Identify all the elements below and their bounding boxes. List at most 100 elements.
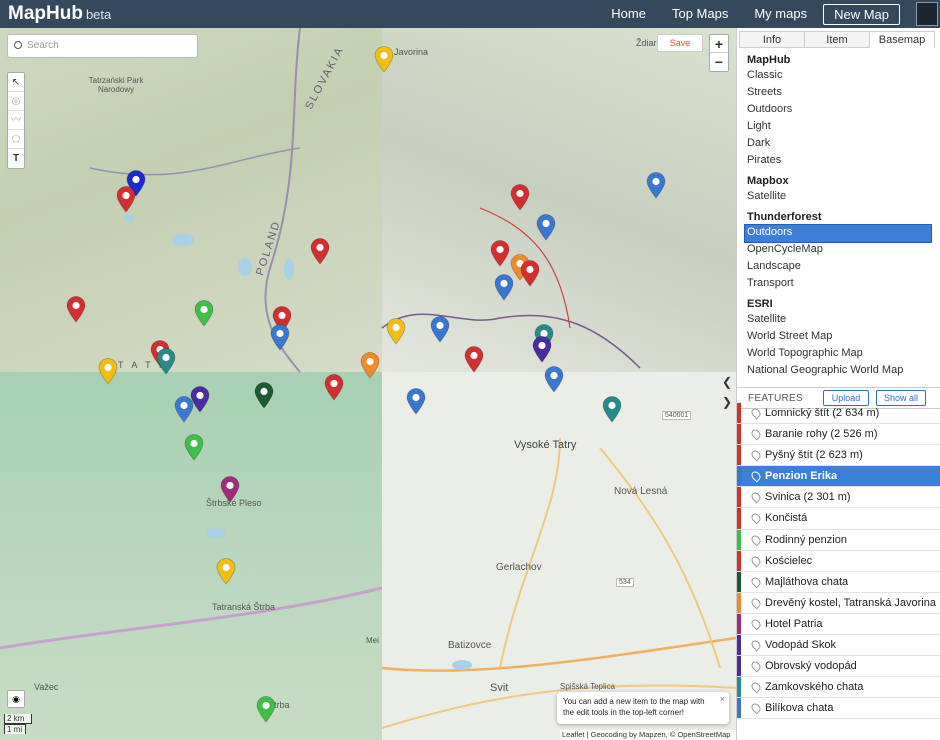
tab-item[interactable]: Item [804,31,870,48]
basemap-option[interactable]: World Topographic Map [737,346,940,363]
basemap-option[interactable]: Classic [737,68,940,85]
zoom-in-button[interactable]: + [710,35,728,53]
nav-top-maps-link[interactable]: Top Maps [662,4,738,25]
feature-row[interactable]: Majláthova chata [737,571,940,593]
feature-name: Drevěný kostel, Tatranská Javorina [765,596,936,609]
map-pin-icon [749,512,763,525]
feature-name: Hotel Patria [765,617,823,630]
zoom-control: + − [709,34,729,72]
map-marker-icon[interactable] [98,358,118,385]
map-marker-icon[interactable] [494,274,514,301]
map-marker-icon[interactable] [310,238,330,265]
basemap-option[interactable]: Landscape [737,259,940,276]
feature-row[interactable]: Hotel Patria [737,613,940,636]
map-marker-icon[interactable] [194,300,214,327]
user-avatar[interactable] [916,2,938,26]
feature-color-bar [737,424,741,445]
save-button[interactable]: Save [657,34,703,52]
map-marker-icon[interactable] [216,558,236,585]
map-marker-icon[interactable] [430,316,450,343]
chevron-left-icon[interactable]: ❮ [720,372,734,392]
map-marker-icon[interactable] [66,296,86,323]
map-marker-icon[interactable] [544,366,564,393]
feature-row[interactable]: Vodopád Skok [737,635,940,657]
marker-tool-icon[interactable]: ◎ [8,92,24,111]
feature-row[interactable]: Zamkovského chata [737,677,940,699]
nav-home-link[interactable]: Home [601,4,656,25]
locate-icon[interactable]: ◉ [7,690,25,708]
feature-row[interactable]: Obrovský vodopád [737,656,940,678]
map-marker-icon[interactable] [602,396,622,423]
map-marker-icon[interactable] [156,348,176,375]
map-marker-icon[interactable] [464,346,484,373]
basemap-option[interactable]: Transport [737,276,940,293]
search-input[interactable]: Search [27,40,59,51]
basemap-option[interactable]: Pirates [737,153,940,170]
close-icon[interactable]: × [720,694,725,705]
basemap-option[interactable]: National Geographic World Map [737,363,940,380]
feature-row[interactable]: Končistá [737,508,940,530]
new-map-button[interactable]: New Map [823,4,900,25]
map-marker-icon[interactable] [532,336,552,363]
nav-my-maps-link[interactable]: My maps [744,4,817,25]
map-marker-icon[interactable] [270,324,290,351]
feature-row[interactable]: Pyšný štít (2 623 m) [737,445,940,467]
map-marker-icon[interactable] [116,186,136,213]
map-marker-icon[interactable] [386,318,406,345]
basemap-option[interactable]: Outdoors [744,224,932,243]
trail-line [381,313,641,369]
tab-basemap[interactable]: Basemap [869,31,935,48]
feature-row[interactable]: Baranie rohy (2 526 m) [737,424,940,446]
panel-toggle[interactable]: ❮ ❯ [720,372,734,412]
tab-info[interactable]: Info [739,31,805,48]
feature-row[interactable]: Bilíkova chata [737,698,940,720]
basemap-option[interactable]: Satellite [737,312,940,329]
chevron-right-icon[interactable]: ❯ [720,392,734,412]
text-tool-icon[interactable]: T [8,149,24,168]
map-marker-icon[interactable] [406,388,426,415]
basemap-option[interactable]: OpenCycleMap [737,242,940,259]
feature-row[interactable]: Svinica (2 301 m) [737,487,940,509]
map-marker-icon[interactable] [510,184,530,211]
map-marker-icon[interactable] [360,352,380,379]
basemap-option[interactable]: World Street Map [737,329,940,346]
feature-color-bar [737,508,741,529]
feature-color-bar [737,403,741,424]
basemap-option[interactable]: Light [737,119,940,136]
brand-logo[interactable]: MapHub beta [8,3,111,25]
map-marker-icon[interactable] [254,382,274,409]
feature-row[interactable]: Drevěný kostel, Tatranská Javorina [737,592,940,614]
polygon-tool-icon[interactable]: ⬠ [8,130,24,149]
basemap-group-title: MapHub [747,54,791,66]
feature-row[interactable]: Kościelec [737,550,940,572]
map-marker-icon[interactable] [324,374,344,401]
feature-name: Zamkovského chata [765,681,864,694]
map-marker-icon[interactable] [646,172,666,199]
feature-row[interactable]: Rodinný penzion [737,529,940,551]
basemap-option[interactable]: Streets [737,85,940,102]
map-marker-icon[interactable] [184,434,204,461]
map-pin-icon [749,575,763,589]
map-label: Spišská Teplica [560,682,615,691]
basemap-option[interactable]: Outdoors [737,102,940,119]
feature-row[interactable]: Lomnický štít (2 634 m) [737,403,940,425]
map-marker-icon[interactable] [256,696,276,723]
map-marker-icon[interactable] [536,214,556,241]
map-marker-icon[interactable] [490,240,510,267]
map-attribution[interactable]: Leaflet | Geocoding by Mapzen, © OpenStr… [560,730,736,740]
basemap-option[interactable]: Dark [737,136,940,153]
map-canvas[interactable]: Tatrzański Park Narodowy SLOVAKIA POLAND… [0,28,736,740]
zoom-out-button[interactable]: − [710,53,728,71]
map-pin-icon [749,596,763,610]
search-box[interactable]: Search [7,34,198,58]
map-marker-icon[interactable] [520,260,540,287]
select-tool-icon[interactable]: ↖ [8,73,24,92]
brand-beta-tag: beta [85,7,112,22]
map-marker-icon[interactable] [174,396,194,423]
line-tool-icon[interactable]: 〰 [8,111,24,130]
map-marker-icon[interactable] [220,476,240,503]
basemap-option[interactable]: Satellite [737,189,940,206]
feature-row[interactable]: Penzion Erika [737,466,940,488]
map-marker-icon[interactable] [374,46,394,73]
feature-name: Rodinný penzion [765,533,847,546]
